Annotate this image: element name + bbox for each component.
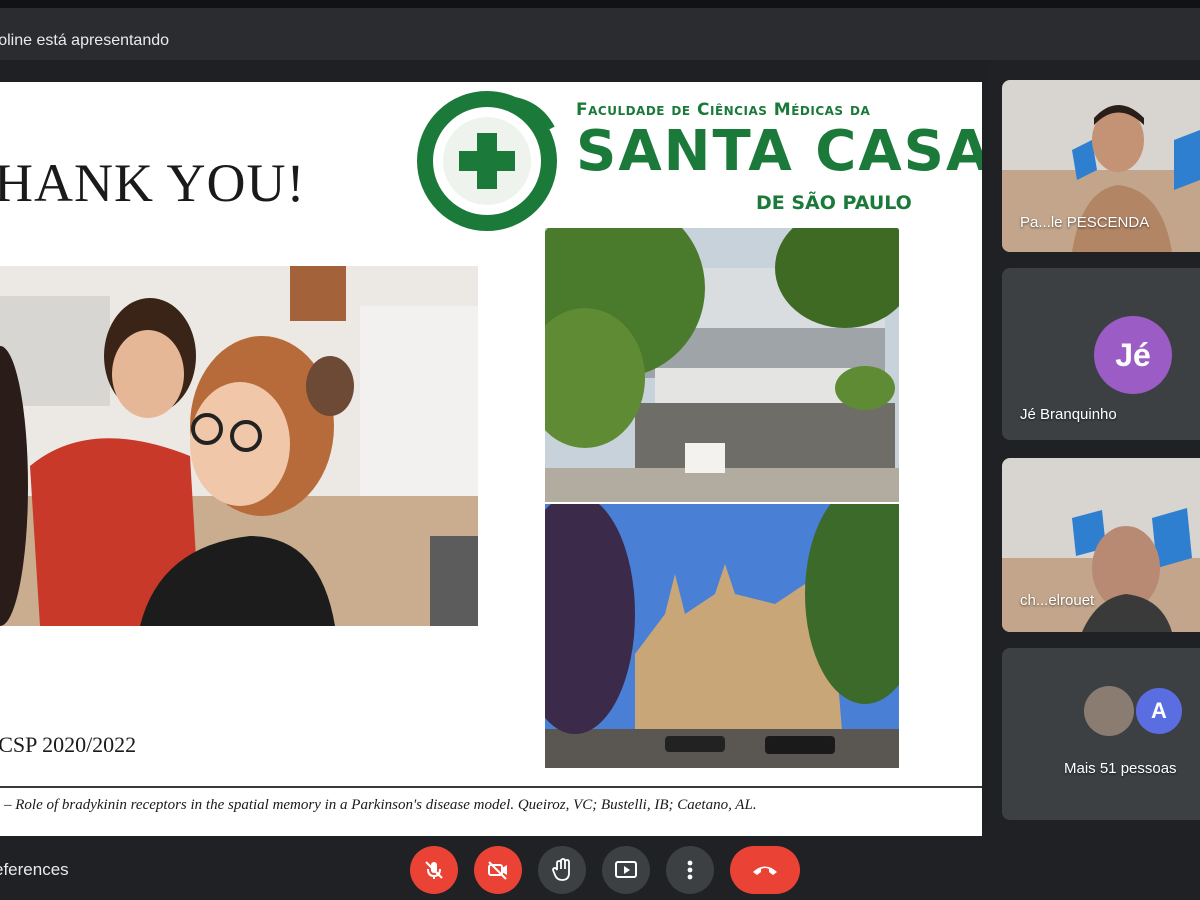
participant-tile[interactable]: Pa...le PESCENDA — [1002, 80, 1200, 252]
more-participants-tile[interactable]: A Mais 51 pessoas — [1002, 648, 1200, 820]
participant-name: Jé Branquinho — [1020, 406, 1117, 423]
citation-bar: – Role of bradykinin receptors in the sp… — [0, 786, 982, 820]
logo-sao-paulo-text: de São Paulo — [756, 192, 912, 214]
logo-faculty-text: Faculdade de Ciências Médicas da — [576, 100, 871, 120]
camera-off-icon — [488, 861, 507, 880]
participant-tile[interactable]: Jé Jé Branquinho — [1002, 268, 1200, 440]
santa-casa-logo-emblem — [417, 91, 557, 231]
hang-up-button[interactable] — [730, 846, 800, 894]
present-screen-icon — [615, 861, 637, 878]
more-options-icon — [687, 860, 693, 880]
raise-hand-button[interactable] — [538, 846, 586, 894]
group-photo-illustration — [0, 266, 478, 626]
participant-avatar: Jé — [1094, 316, 1172, 394]
mic-toggle-button[interactable] — [410, 846, 458, 894]
slide-footer-tag: SCSP 2020/2022 — [0, 732, 137, 757]
more-participants-label: Mais 51 pessoas — [1064, 760, 1177, 777]
citation-text: – Role of bradykinin receptors in the sp… — [4, 797, 757, 813]
participant-tile[interactable]: ch...elrouet — [1002, 458, 1200, 632]
meeting-controls-bar: eferences — [0, 836, 1200, 900]
present-screen-button[interactable] — [602, 846, 650, 894]
participant-avatar-initials: Jé — [1115, 336, 1151, 373]
participant-avatar-initials: A — [1151, 698, 1167, 723]
more-options-button[interactable] — [666, 846, 714, 894]
presenter-bar: aroline está apresentando — [0, 8, 1200, 60]
slide-title: HANK YOU! — [0, 153, 306, 213]
building-photo — [545, 228, 899, 502]
hang-up-icon — [753, 866, 777, 875]
camera-toggle-button[interactable] — [474, 846, 522, 894]
participant-name: ch...elrouet — [1020, 592, 1095, 609]
church-photo — [545, 504, 899, 768]
building-photo-illustration — [545, 228, 899, 502]
raise-hand-icon — [552, 858, 570, 881]
participant-thumbnail — [1084, 686, 1134, 736]
participant-name: Pa...le PESCENDA — [1020, 214, 1150, 231]
church-photo-illustration — [545, 504, 899, 768]
logo-santa-casa-text: SANTA CASA — [576, 119, 982, 184]
presenter-label: aroline está apresentando — [0, 32, 170, 49]
participant-avatar: A — [1134, 686, 1184, 736]
group-photo — [0, 266, 478, 626]
shared-slide: HANK YOU! Faculdade de Ciências Médicas … — [0, 82, 982, 842]
mic-off-icon — [425, 861, 443, 879]
presentation-stage: HANK YOU! Faculdade de Ciências Médicas … — [0, 60, 990, 842]
meeting-title: eferences — [0, 860, 69, 879]
window-top-strip — [0, 0, 1200, 8]
